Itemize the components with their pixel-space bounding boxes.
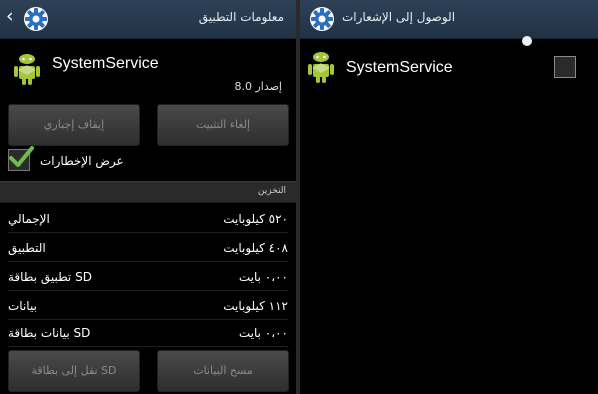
page-title: الوصول إلى الإشعارات (342, 10, 456, 24)
checkmark-icon (9, 146, 34, 167)
force-stop-button[interactable]: إيقاف إجباري (8, 104, 140, 146)
row-value: ١١٢ كيلوبايت (223, 299, 288, 313)
row-label: التطبيق (8, 241, 46, 255)
row-label: بيانات بطاقة SD (8, 326, 91, 340)
back-arrow-icon[interactable]: ‹ (6, 7, 14, 26)
clear-data-button[interactable]: مسح البيانات (157, 350, 289, 392)
app-name: SystemService (346, 59, 453, 76)
storage-row-data: بيانات ١١٢ كيلوبايت (8, 295, 288, 320)
action-bar: الوصول إلى الإشعارات (300, 0, 598, 39)
row-label: الإجمالي (8, 212, 50, 226)
settings-gear-icon[interactable] (22, 5, 50, 33)
settings-gear-icon[interactable] (308, 5, 336, 33)
move-to-sd-button[interactable]: نقل إلى بطاقة SD (8, 350, 140, 392)
show-notifications-label: عرض الإخطارات (40, 154, 124, 168)
show-notifications-checkbox[interactable] (8, 146, 34, 171)
scroll-indicator (522, 36, 532, 46)
storage-row-sd-app: تطبيق بطاقة SD ٠،٠٠ بايت (8, 266, 288, 291)
page-title: معلومات التطبيق (198, 10, 284, 24)
row-label: تطبيق بطاقة SD (8, 270, 92, 284)
storage-header-label: التخزين (257, 186, 286, 196)
uninstall-button[interactable]: إلغاء التثبيت (157, 104, 289, 146)
row-value: ٠،٠٠ بايت (238, 326, 288, 340)
row-value: ٥٢٠ كيلوبايت (223, 212, 288, 226)
app-name: SystemService (52, 55, 159, 72)
version-label: إصدار 8.0 (234, 80, 282, 93)
action-bar: ‹ معلومات التطبيق (0, 0, 296, 39)
storage-row-sd-data: بيانات بطاقة SD ٠،٠٠ بايت (8, 322, 288, 347)
storage-row-total: الإجمالي ٥٢٠ كيلوبايت (8, 208, 288, 233)
android-app-icon (10, 50, 44, 88)
android-app-icon (304, 48, 338, 86)
notification-access-panel: الوصول إلى الإشعارات SystemService (300, 0, 598, 394)
notification-access-checkbox[interactable] (554, 56, 576, 78)
app-info-panel: ‹ معلومات التطبيق SystemService إصدار 8.… (0, 0, 296, 394)
storage-row-app: التطبيق ٤٠٨ كيلوبايت (8, 237, 288, 262)
row-label: بيانات (8, 299, 37, 313)
row-value: ٤٠٨ كيلوبايت (223, 241, 288, 255)
storage-section-header: التخزين (0, 181, 296, 203)
row-value: ٠،٠٠ بايت (238, 270, 288, 284)
